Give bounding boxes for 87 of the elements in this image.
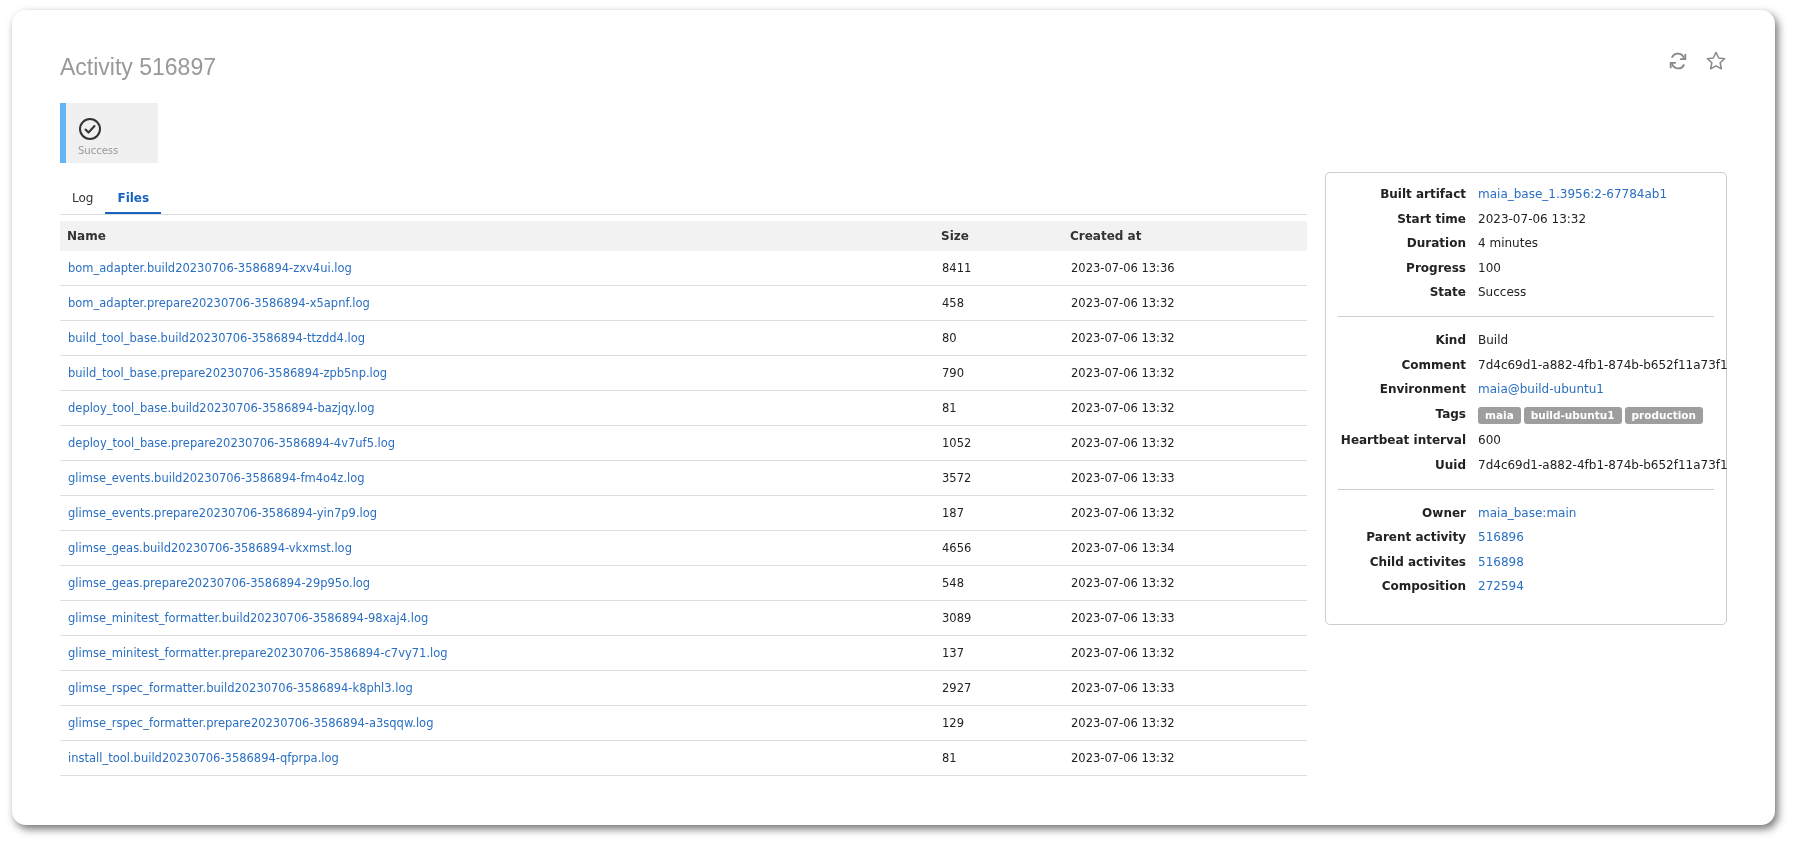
refresh-icon[interactable] [1667,50,1689,72]
detail-value: 7d4c69d1-a882-4fb1-874b-b652f11a73f1 [1478,457,1728,472]
status-label: Success [78,145,119,156]
table-cell: 8411 [942,261,972,275]
file-link[interactable]: glimse_geas.prepare20230706-3586894-29p95o.log [68,576,371,590]
detail-label: Built artifact [1379,187,1466,202]
detail-value: 4 minutes [1478,236,1539,250]
check-circle-icon [78,117,102,141]
detail-value: 600 [1478,433,1501,447]
table-cell: 137 [942,646,964,660]
detail-value: 2023-07-06 13:32 [1478,211,1587,226]
detail-value: 100 [1478,260,1501,275]
detail-label: Composition [1380,579,1466,594]
detail-value: Success [1478,285,1527,299]
table-cell: 2023-07-06 13:36 [1071,261,1175,275]
column-header: Name [60,221,934,251]
table-cell: 2927 [942,681,972,695]
file-link[interactable]: deploy_tool_base.build20230706-3586894-bazjqy.log [68,401,375,415]
file-link[interactable]: glimse_events.build20230706-3586894-fm4o4z.log [68,471,365,485]
table-cell: 2023-07-06 13:32 [1071,646,1175,660]
detail-label: Heartbeat interval [1339,433,1466,448]
detail-label: Start time [1396,211,1466,227]
table-cell: 2023-07-06 13:32 [1071,331,1175,345]
table-cell: 458 [942,296,964,310]
column-header: Created at [1063,221,1307,251]
table-cell: 2023-07-06 13:32 [1071,751,1175,765]
detail-label: Kind [1434,333,1466,348]
table-cell: 790 [942,366,964,380]
detail-label: Owner [1421,505,1466,521]
file-link[interactable]: glimse_minitest_formatter.prepare20230706-3586894-c7vy71.log [68,646,448,660]
detail-label: Uuid [1434,457,1466,473]
table-cell: 1052 [942,436,972,450]
file-link[interactable]: glimse_events.prepare20230706-3586894-yin7p9.log [68,506,378,520]
table-cell: 548 [942,576,964,590]
detail-label: Child activites [1368,554,1466,570]
detail-link[interactable]: maia@build-ubuntu1 [1478,382,1604,396]
detail-value: Build [1478,333,1509,347]
table-cell: 187 [942,506,964,520]
tab[interactable]: Files [105,183,162,214]
table-cell: 129 [942,716,964,730]
table-cell: 2023-07-06 13:33 [1071,471,1175,485]
file-link[interactable]: bom_adapter.prepare20230706-3586894-x5apnf.log [68,296,370,310]
table-cell: 3572 [942,471,972,485]
detail-label: Parent activity [1365,530,1466,545]
file-link[interactable]: deploy_tool_base.prepare20230706-3586894-4v7uf5.log [68,436,396,450]
detail-label: State [1428,285,1466,300]
table-cell: 81 [942,401,957,415]
table-cell: 2023-07-06 13:33 [1071,611,1175,625]
table-cell: 2023-07-06 13:32 [1071,296,1175,310]
table-cell: 2023-07-06 13:34 [1071,541,1175,555]
page-title: Activity 516897 [60,54,216,81]
detail-link[interactable]: 516896 [1478,530,1524,544]
table-cell: 81 [942,751,957,765]
file-link[interactable]: glimse_geas.build20230706-3586894-vkxmst.log [68,541,352,555]
file-link[interactable]: glimse_rspec_formatter.prepare20230706-3586894-a3sqqw.log [68,716,434,730]
table-cell: 80 [942,331,957,345]
table-cell: 2023-07-06 13:32 [1071,436,1175,450]
table-cell: 2023-07-06 13:32 [1071,506,1175,520]
tag-badge: build-ubuntu1 [1523,406,1622,424]
table-cell: 2023-07-06 13:32 [1071,716,1175,730]
detail-label: Progress [1405,260,1466,276]
tab[interactable]: Log [60,183,106,214]
file-link[interactable]: build_tool_base.prepare20230706-3586894-zpb5np.log [68,366,388,380]
detail-label: Comment [1400,357,1466,373]
detail-link[interactable]: maia_base_1.3956:2-67784ab1 [1478,187,1668,201]
table-cell: 2023-07-06 13:32 [1071,366,1175,380]
tag-badge: production [1624,406,1703,424]
detail-link[interactable]: 516898 [1478,554,1524,569]
table-cell: 2023-07-06 13:32 [1071,401,1175,415]
file-link[interactable]: glimse_minitest_formatter.build20230706-3586894-98xaj4.log [68,611,429,625]
table-cell: 2023-07-06 13:33 [1071,681,1175,695]
star-icon[interactable] [1705,50,1727,72]
column-header: Size [934,221,1063,251]
tag-badge: maia [1478,406,1521,424]
detail-label: Duration [1405,236,1466,251]
file-link[interactable]: install_tool.build20230706-3586894-qfprpa.log [68,751,339,765]
detail-link[interactable]: maia_base:main [1478,505,1577,520]
detail-label: Environment [1378,382,1466,397]
file-link[interactable]: bom_adapter.build20230706-3586894-zxv4ui.log [68,261,352,275]
file-link[interactable]: build_tool_base.build20230706-3586894-ttzdd4.log [68,331,366,345]
table-cell: 4656 [942,541,972,555]
file-link[interactable]: glimse_rspec_formatter.build20230706-3586894-k8phl3.log [68,681,413,695]
detail-value: 7d4c69d1-a882-4fb1-874b-b652f11a73f1 [1478,357,1728,372]
detail-label: Tags [1434,406,1466,423]
detail-link[interactable]: 272594 [1478,579,1524,593]
table-cell: 2023-07-06 13:32 [1071,576,1175,590]
table-cell: 3089 [942,611,972,625]
